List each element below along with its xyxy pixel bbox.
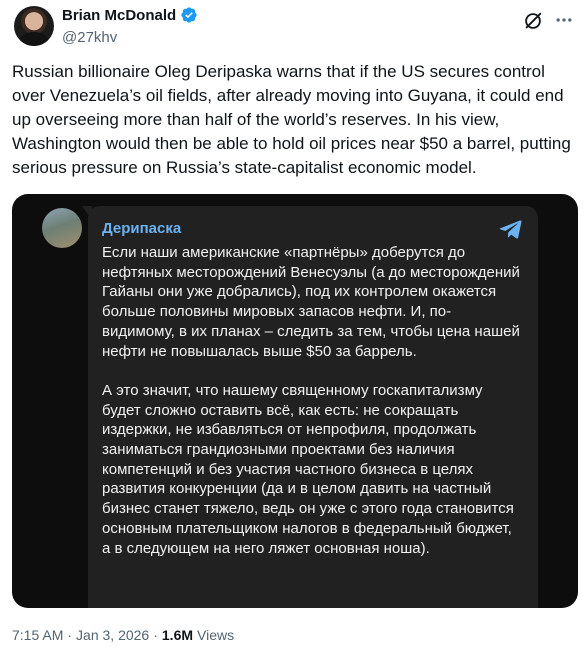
message-bubble: Дерипаска Если наши американские «партнё… (88, 206, 538, 608)
meta-separator: · (153, 627, 158, 643)
avatar[interactable] (14, 6, 54, 46)
handle[interactable]: @27khv (62, 29, 117, 46)
display-name[interactable]: Brian McDonald (62, 7, 176, 24)
name-row: Brian McDonald (62, 6, 198, 24)
channel-avatar (42, 208, 82, 248)
grok-icon[interactable] (522, 10, 544, 32)
tweet-meta: 7:15 AM · Jan 3, 2026 · 1.6M Views (12, 627, 234, 643)
meta-separator: · (67, 627, 73, 643)
more-button[interactable] (552, 8, 576, 32)
tweet-date[interactable]: Jan 3, 2026 (76, 627, 149, 643)
message-text: Если наши американские «партнёры» доберу… (102, 244, 520, 557)
telegram-icon (499, 220, 522, 239)
tweet-text: Russian billionaire Oleg Deripaska warns… (12, 62, 571, 177)
tweet-time[interactable]: 7:15 AM (12, 627, 63, 643)
media-screenshot[interactable]: Дерипаска Если наши американские «партнё… (12, 194, 578, 608)
views-count: 1.6M (161, 627, 194, 643)
channel-name: Дерипаска (102, 220, 182, 237)
tweet-header: Brian McDonald @27khv (12, 4, 576, 52)
more-icon (556, 18, 572, 22)
views-label: Views (197, 627, 235, 643)
verified-badge-icon (181, 7, 197, 23)
